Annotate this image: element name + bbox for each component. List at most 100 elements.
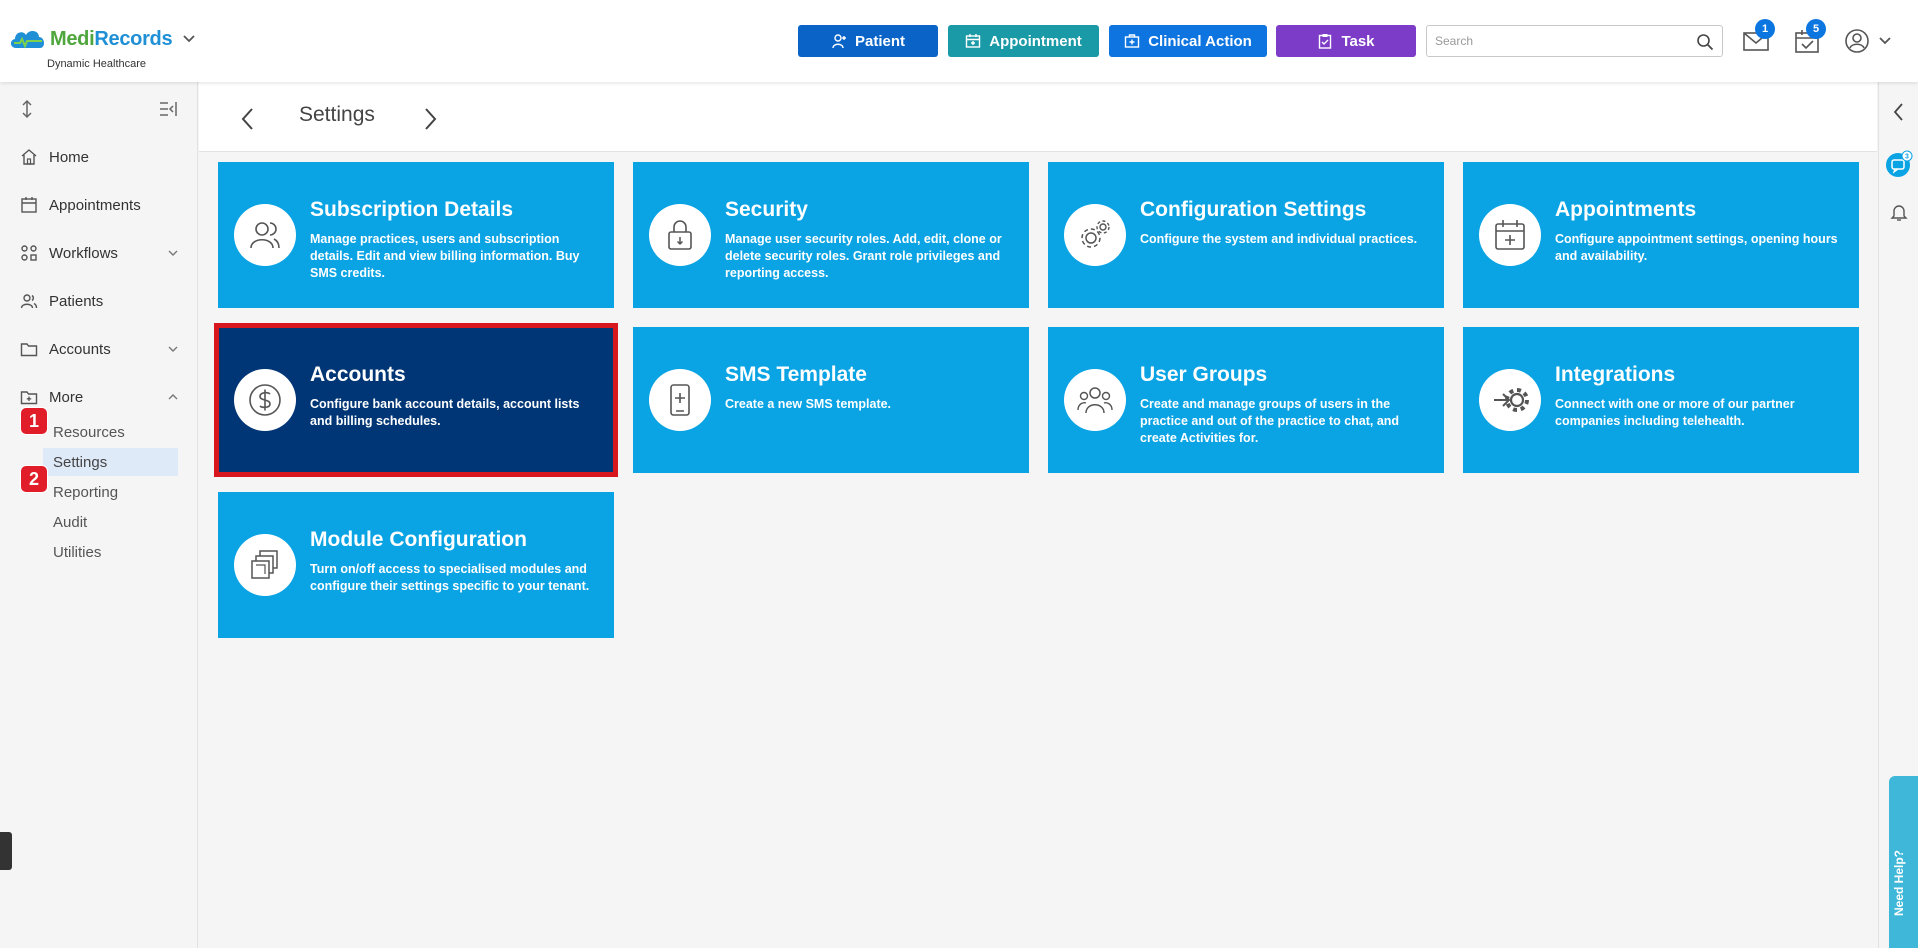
folder-plus-icon <box>20 391 38 405</box>
patients-icon <box>20 294 38 309</box>
appointment-button-label: Appointment <box>989 32 1082 50</box>
lock-icon <box>668 220 692 250</box>
card-description: Configure bank account details, account … <box>310 397 580 428</box>
settings-card-appointments[interactable]: Appointments Configure appointment setti… <box>1463 162 1859 308</box>
settings-card-subscription-details[interactable]: Subscription Details Manage practices, u… <box>218 162 614 308</box>
card-icon-circle <box>1479 204 1541 266</box>
settings-card-integrations[interactable]: Integrations Connect with one or more of… <box>1463 327 1859 473</box>
workflow-icon <box>21 245 37 261</box>
sidebar-item-workflows[interactable]: Workflows <box>20 238 180 268</box>
bell-icon[interactable] <box>1890 202 1908 222</box>
sidebar-subitem-label: Resources <box>53 423 125 441</box>
new-task-button[interactable]: Task <box>1276 25 1416 57</box>
sidebar-item-label: More <box>49 388 84 406</box>
card-icon-circle <box>1064 369 1126 431</box>
card-description: Connect with one or more of our partner … <box>1555 397 1795 428</box>
clipboard-icon <box>1319 34 1332 49</box>
calendar-icon <box>966 34 981 48</box>
step-marker-1: 1 <box>20 407 48 435</box>
card-title: Configuration Settings <box>1140 198 1367 221</box>
collapse-sidebar-icon[interactable] <box>158 99 178 119</box>
sidebar-item-label: Accounts <box>49 340 111 358</box>
card-description: Turn on/off access to specialised module… <box>310 562 590 593</box>
chevron-right-icon[interactable] <box>418 104 442 134</box>
sidebar-subitem-label: Reporting <box>53 483 119 501</box>
expand-vertical-icon[interactable] <box>17 99 37 119</box>
card-description: Configure the system and individual prac… <box>1140 232 1418 246</box>
settings-card-user-groups[interactable]: User Groups Create and manage groups of … <box>1048 327 1444 473</box>
chevron-left-icon[interactable] <box>1890 101 1908 123</box>
chevron-left-icon[interactable] <box>236 104 260 134</box>
card-title: User Groups <box>1140 363 1268 386</box>
settings-card-module-configuration[interactable]: Module Configuration Turn on/off access … <box>218 492 614 638</box>
card-icon-circle <box>649 204 711 266</box>
sidebar-item-label: Home <box>49 148 90 166</box>
card-description: Manage user security roles. Add, edit, c… <box>725 232 1002 280</box>
search-icon[interactable] <box>1696 33 1714 51</box>
new-appointment-button[interactable]: Appointment <box>948 25 1099 57</box>
need-help-label: Need Help? <box>1892 849 1906 916</box>
card-icon-circle <box>1064 204 1126 266</box>
search-input[interactable] <box>1427 26 1677 56</box>
sidebar-subitem-audit[interactable]: Audit <box>43 508 178 536</box>
card-title: Security <box>725 198 808 221</box>
card-title: SMS Template <box>725 363 867 386</box>
card-title: Module Configuration <box>310 528 527 551</box>
folder-icon <box>20 343 38 357</box>
sidebar-subitem-label: Settings <box>53 453 108 471</box>
user-avatar-icon[interactable] <box>1844 28 1870 54</box>
brand-name-records: Records <box>94 27 173 50</box>
integration-icon <box>1494 388 1529 412</box>
need-help-tab[interactable]: Need Help? <box>1889 776 1918 948</box>
patient-button-label: Patient <box>854 32 905 50</box>
sidebar-item-label: Patients <box>49 292 104 310</box>
sidebar-subitem-settings[interactable]: Settings <box>43 448 178 476</box>
chevron-down-icon <box>168 250 178 256</box>
clinical-action-button-label: Clinical Action <box>1148 32 1252 50</box>
card-icon-circle <box>1479 369 1541 431</box>
sidebar-item-label: Workflows <box>49 244 118 262</box>
sidebar-item-appointments[interactable]: Appointments <box>20 190 180 220</box>
card-title: Accounts <box>310 363 406 386</box>
settings-card-security[interactable]: Security Manage user security roles. Add… <box>633 162 1029 308</box>
page-header: Settings <box>199 82 1877 152</box>
brand-name: MediRecords <box>50 27 173 51</box>
sidebar: Home Appointments Workflows Patients Acc… <box>0 82 198 948</box>
chevron-down-icon[interactable] <box>1878 35 1892 47</box>
card-description: Manage practices, users and subscription… <box>310 232 580 280</box>
sidebar-subitem-label: Audit <box>53 513 88 531</box>
new-patient-button[interactable]: Patient <box>798 25 938 57</box>
sidebar-subitem-reporting[interactable]: Reporting <box>43 478 178 506</box>
home-icon <box>21 149 37 165</box>
brand-logo[interactable]: MediRecords <box>8 26 196 52</box>
sidebar-subitem-resources[interactable]: Resources <box>43 418 178 446</box>
card-description: Create and manage groups of users in the… <box>1140 397 1400 445</box>
sidebar-item-label: Appointments <box>49 196 141 214</box>
chat-count-badge: 3 <box>1905 154 1909 161</box>
card-title: Integrations <box>1555 363 1676 386</box>
top-header: MediRecords Dynamic Healthcare Patient A… <box>0 0 1918 82</box>
chat-icon[interactable]: 3 <box>1885 150 1913 178</box>
card-title: Appointments <box>1555 198 1697 221</box>
settings-card-accounts[interactable]: Accounts Configure bank account details,… <box>214 323 618 477</box>
sidebar-subitem-utilities[interactable]: Utilities <box>43 538 178 566</box>
card-icon-circle <box>234 204 296 266</box>
settings-card-configuration-settings[interactable]: Configuration Settings Configure the sys… <box>1048 162 1444 308</box>
main-content: Settings Subscription Details Manage pra… <box>199 82 1877 948</box>
sidebar-subitem-label: Utilities <box>53 543 102 561</box>
settings-card-sms-template[interactable]: SMS Template Create a new SMS template. <box>633 327 1029 473</box>
clinical-action-button[interactable]: Clinical Action <box>1109 25 1267 57</box>
sidebar-item-home[interactable]: Home <box>20 142 180 172</box>
card-icon-circle <box>234 534 296 596</box>
side-feedback-tab[interactable] <box>0 832 12 870</box>
user-plus-icon <box>832 34 846 49</box>
dollar-icon <box>249 384 281 416</box>
sidebar-item-patients[interactable]: Patients <box>20 286 180 316</box>
search-box <box>1426 25 1723 57</box>
chevron-down-icon[interactable] <box>182 32 196 46</box>
user-group-icon <box>1077 387 1113 414</box>
card-description: Create a new SMS template. <box>725 397 892 411</box>
sidebar-item-accounts[interactable]: Accounts <box>20 334 180 364</box>
medical-kit-icon <box>1124 34 1140 48</box>
cloud-logo-icon <box>10 31 45 49</box>
